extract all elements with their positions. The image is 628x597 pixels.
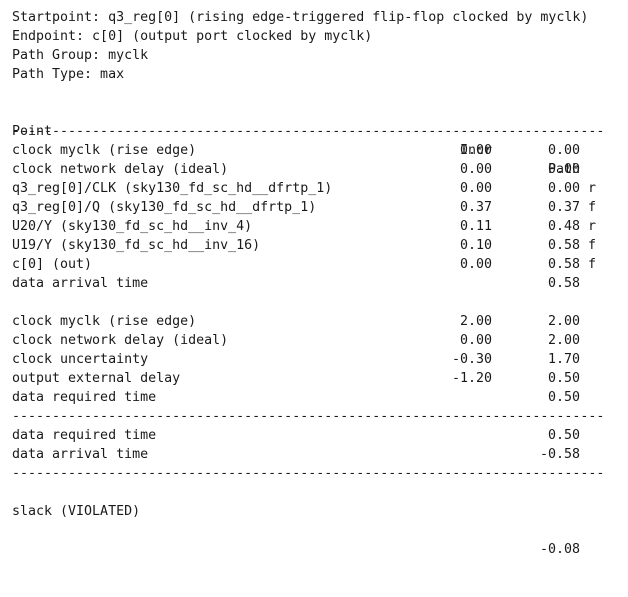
timing-row: data arrival time 0.58	[12, 274, 612, 293]
point-cell: data required time	[12, 390, 157, 405]
endpoint-line: Endpoint: c[0] (output port clocked by m…	[12, 29, 373, 44]
incr-cell: 0.37	[459, 200, 492, 215]
timing-row: q3_reg[0]/Q (sky130_fd_sc_hd__dfrtp_1) 0.…	[12, 198, 612, 217]
timing-row: clock network delay (ideal) 0.00 0.00	[12, 160, 612, 179]
timing-row: clock uncertainty -0.30 1.70	[12, 350, 612, 369]
path-cell: 0.00	[547, 162, 580, 177]
timing-report: Startpoint: q3_reg[0] (rising edge-trigg…	[12, 8, 612, 557]
timing-row: U20/Y (sky130_fd_sc_hd__inv_4) 0.11 0.48 r	[12, 217, 612, 236]
path-cell: 0.50	[547, 371, 580, 386]
summary-section: data required time 0.50 data arrival time -…	[12, 426, 612, 464]
separator-line: ----------------------------------------…	[12, 466, 604, 481]
path-cell: 0.00	[547, 181, 580, 196]
point-cell: clock myclk (rise edge)	[12, 314, 197, 329]
point-cell: output external delay	[12, 371, 181, 386]
point-cell: clock network delay (ideal)	[12, 162, 229, 177]
timing-row: c[0] (out) 0.00 0.58 f	[12, 255, 612, 274]
path-cell: 2.00	[547, 314, 580, 329]
path-group-line: Path Group: myclk	[12, 48, 149, 63]
timing-row: clock network delay (ideal) 0.00 2.00	[12, 331, 612, 350]
point-cell: q3_reg[0]/Q (sky130_fd_sc_hd__dfrtp_1)	[12, 200, 317, 215]
path-cell: 0.58	[547, 238, 580, 253]
incr-cell: 0.00	[459, 162, 492, 177]
point-cell: c[0] (out)	[12, 257, 93, 272]
timing-row: U19/Y (sky130_fd_sc_hd__inv_16) 0.10 0.58 f	[12, 236, 612, 255]
point-cell: data required time	[12, 428, 157, 443]
point-cell: U20/Y (sky130_fd_sc_hd__inv_4)	[12, 219, 253, 234]
edge-cell: f	[588, 238, 597, 253]
point-cell: clock myclk (rise edge)	[12, 143, 197, 158]
path-type-line: Path Type: max	[12, 67, 125, 82]
timing-row: output external delay -1.20 0.50	[12, 369, 612, 388]
incr-cell: 0.00	[459, 143, 492, 158]
incr-cell: 0.10	[459, 238, 492, 253]
slack-value: -0.08	[539, 542, 580, 557]
column-header-row: Point Incr Path	[12, 103, 612, 177]
incr-cell: 0.00	[459, 257, 492, 272]
edge-cell: r	[588, 219, 597, 234]
timing-row: q3_reg[0]/CLK (sky130_fd_sc_hd__dfrtp_1)…	[12, 179, 612, 198]
path-cell: 0.37	[547, 200, 580, 215]
separator-line: ----------------------------------------…	[12, 124, 604, 139]
path-cell: 0.50	[547, 390, 580, 405]
edge-cell: r	[588, 181, 597, 196]
incr-cell: -1.20	[451, 371, 492, 386]
incr-cell: 0.00	[459, 181, 492, 196]
slack-label: slack (VIOLATED)	[12, 504, 141, 519]
arrival-section: clock myclk (rise edge) 0.00 0.00 clock net…	[12, 141, 612, 293]
incr-cell: 2.00	[459, 314, 492, 329]
path-cell: 0.48	[547, 219, 580, 234]
timing-row: data arrival time -0.58	[12, 445, 612, 464]
timing-row: data required time 0.50	[12, 426, 612, 445]
path-cell: 2.00	[547, 333, 580, 348]
point-cell: clock network delay (ideal)	[12, 333, 229, 348]
incr-cell: -0.30	[451, 352, 492, 367]
path-cell: 0.58	[547, 276, 580, 291]
timing-row: clock myclk (rise edge) 2.00 2.00	[12, 312, 612, 331]
incr-cell: 0.00	[459, 333, 492, 348]
point-cell: clock uncertainty	[12, 352, 149, 367]
path-cell: 0.00	[547, 143, 580, 158]
slack-row: slack (VIOLATED) -0.08	[12, 483, 612, 557]
point-cell: data arrival time	[12, 276, 149, 291]
edge-cell: f	[588, 200, 597, 215]
path-cell: 0.58	[547, 257, 580, 272]
path-cell: 1.70	[547, 352, 580, 367]
path-cell: 0.50	[547, 428, 580, 443]
timing-row: clock myclk (rise edge) 0.00 0.00	[12, 141, 612, 160]
separator-line: ----------------------------------------…	[12, 409, 604, 424]
edge-cell: f	[588, 257, 597, 272]
point-cell: q3_reg[0]/CLK (sky130_fd_sc_hd__dfrtp_1)	[12, 181, 333, 196]
timing-row: data required time 0.50	[12, 388, 612, 407]
path-cell: -0.58	[539, 447, 580, 462]
required-section: clock myclk (rise edge) 2.00 2.00 clock net…	[12, 312, 612, 407]
point-cell: data arrival time	[12, 447, 149, 462]
point-cell: U19/Y (sky130_fd_sc_hd__inv_16)	[12, 238, 261, 253]
incr-cell: 0.11	[459, 219, 492, 234]
startpoint-line: Startpoint: q3_reg[0] (rising edge-trigg…	[12, 10, 589, 25]
